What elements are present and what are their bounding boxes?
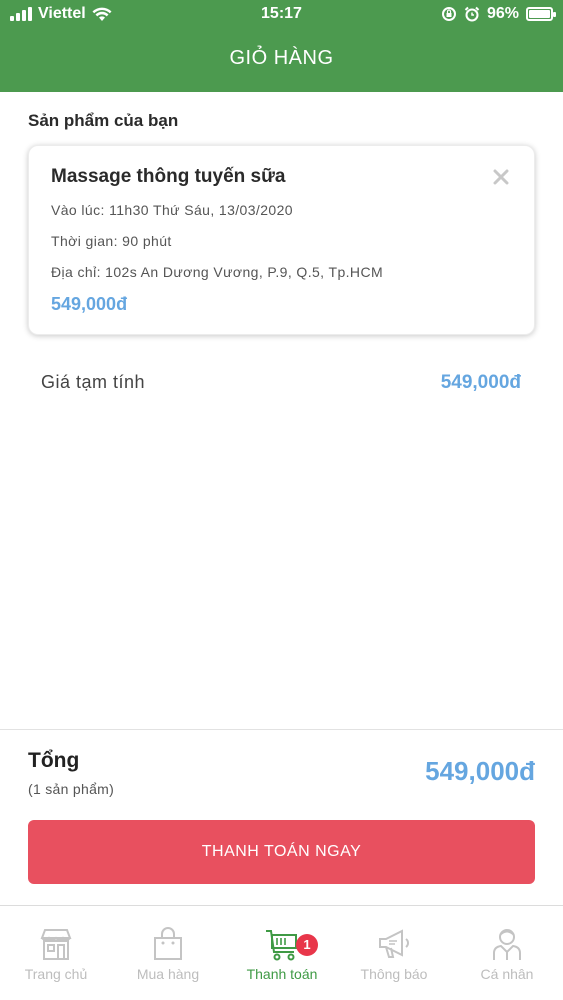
tab-shopping-label: Mua hàng (136, 966, 200, 982)
close-icon (493, 169, 509, 185)
tab-profile-label: Cá nhân (480, 966, 534, 982)
tab-home-label: Trang chủ (24, 966, 88, 982)
shopping-bag-icon (154, 927, 182, 960)
tab-checkout-label: Thanh toán (246, 966, 318, 982)
cart-item-card[interactable]: Massage thông tuyến sữa Vào lúc: 11h30 T… (28, 145, 535, 335)
battery-percent: 96% (486, 5, 519, 22)
remove-item-button[interactable] (490, 166, 512, 188)
summary-divider (0, 729, 563, 730)
service-name: Massage thông tuyến sữa (51, 166, 286, 187)
total-label: Tổng (28, 749, 80, 772)
service-address: Địa chỉ: 102s An Dương Vương, P.9, Q.5, … (51, 264, 384, 280)
status-bar: Viettel 15:17 96% (0, 0, 563, 30)
status-right: 96% (441, 5, 556, 23)
alarm-icon (464, 6, 480, 22)
cart-section-title: Sản phẩm của bạn (28, 111, 179, 130)
service-duration: Thời gian: 90 phút (51, 233, 172, 249)
person-icon (493, 929, 521, 960)
total-item-count: (1 sản phẩm) (28, 781, 115, 797)
tab-notifications[interactable]: Thông báo (338, 906, 450, 1000)
tab-checkout[interactable]: 1 Thanh toán (226, 906, 338, 1000)
app-header: Viettel 15:17 96% GIỎ HÀNG (0, 0, 563, 92)
cart-count-badge: 1 (296, 934, 318, 956)
page-title: GIỎ HÀNG (229, 47, 334, 69)
tab-shopping[interactable]: Mua hàng (112, 906, 224, 1000)
subtotal-value: 549,000đ (440, 372, 521, 393)
subtotal-label: Giá tạm tính (41, 372, 146, 392)
megaphone-icon (379, 929, 409, 958)
tab-notifications-label: Thông báo (360, 966, 428, 982)
appointment-datetime: Vào lúc: 11h30 Thứ Sáu, 13/03/2020 (51, 202, 293, 218)
store-icon (40, 929, 72, 960)
tab-profile[interactable]: Cá nhân (451, 906, 563, 1000)
total-value: 549,000đ (425, 756, 535, 786)
tab-home[interactable]: Trang chủ (0, 906, 112, 1000)
rotation-lock-icon (441, 7, 456, 21)
item-price: 549,000đ (51, 294, 128, 314)
cart-icon (266, 930, 297, 961)
bottom-tab-bar: Trang chủ Mua hàng 1 Thanh toán Thông bá… (0, 905, 563, 1000)
pay-now-button[interactable]: THANH TOÁN NGAY (28, 820, 535, 884)
battery-icon (526, 7, 556, 21)
